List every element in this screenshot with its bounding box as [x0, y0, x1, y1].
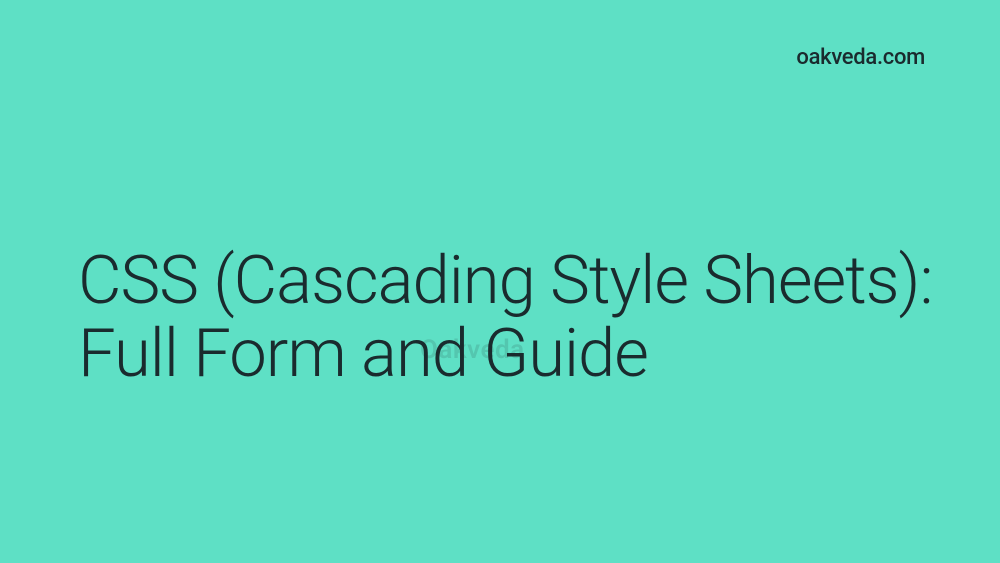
page-title: CSS (Cascading Style Sheets): Full Form … — [78, 245, 940, 391]
brand-label: oakveda.com — [796, 45, 925, 70]
